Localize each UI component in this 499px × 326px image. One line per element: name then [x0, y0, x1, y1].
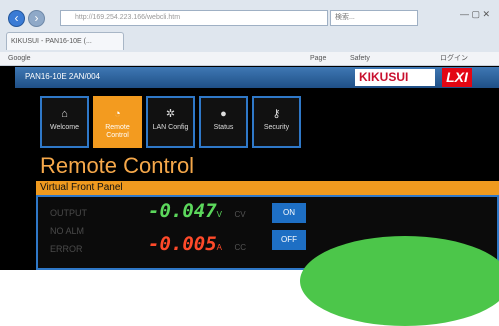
tab-security[interactable]: ⚷ Security: [252, 96, 301, 148]
kikusui-logo: KIKUSUI: [355, 69, 435, 86]
no-alm-label: NO ALM: [50, 226, 85, 236]
key-icon: ⚷: [272, 108, 281, 120]
page-menu[interactable]: Page: [310, 52, 326, 66]
tab-label: Security: [263, 124, 290, 131]
search-placeholder: 検索...: [335, 14, 355, 21]
forward-icon[interactable]: ›: [28, 10, 45, 27]
tab-label: KIKUSUI - PAN16-10E (...: [11, 38, 92, 45]
favorites-bar: Google Page Safety ログイン: [0, 52, 499, 66]
voltage-value: -0.047: [148, 200, 217, 222]
search-input[interactable]: 検索...: [330, 10, 418, 26]
output-off-button[interactable]: OFF: [272, 230, 306, 250]
current-unit: A: [216, 243, 222, 252]
url-text: http://169.254.223.166/webcli.htm: [75, 14, 181, 21]
tab-label: Welcome: [49, 124, 80, 131]
page-title: Remote Control: [40, 153, 195, 178]
favorites-google[interactable]: Google: [8, 55, 31, 62]
gauge-icon: ◔: [114, 108, 121, 120]
section-header: Virtual Front Panel: [36, 181, 499, 195]
current-display: -0.005A CC: [148, 233, 246, 255]
tab-label: Remote Control: [105, 124, 130, 139]
header-bar: PAN16-10E 2AN/004 KIKUSUI LXI: [15, 67, 499, 88]
voltage-display: -0.047V CV: [148, 200, 246, 222]
current-value: -0.005: [148, 233, 217, 255]
home-icon: ⌂: [61, 108, 68, 120]
address-bar[interactable]: http://169.254.223.166/webcli.htm: [60, 10, 328, 26]
voltage-unit: V: [216, 210, 222, 219]
tab-status[interactable]: ● Status: [199, 96, 248, 148]
tab-remote-control[interactable]: ◔ Remote Control: [93, 96, 142, 148]
decorative-green-shape: [300, 236, 499, 326]
tab-welcome[interactable]: ⌂ Welcome: [40, 96, 89, 148]
output-label: OUTPUT: [50, 208, 87, 218]
output-on-button[interactable]: ON: [272, 203, 306, 223]
cv-indicator: CV: [234, 210, 246, 219]
browser-tab[interactable]: KIKUSUI - PAN16-10E (...: [6, 32, 124, 50]
window-controls[interactable]: — ▢ ✕: [430, 9, 490, 25]
tab-label: LAN Config: [152, 124, 189, 131]
cc-indicator: CC: [234, 243, 246, 252]
tab-label: Status: [213, 124, 234, 131]
safety-menu[interactable]: Safety: [350, 52, 370, 66]
lxi-logo: LXI: [442, 68, 472, 87]
tab-lan-config[interactable]: ✲ LAN Config: [146, 96, 195, 148]
back-icon[interactable]: ‹: [8, 10, 25, 27]
login-link[interactable]: ログイン: [440, 52, 468, 66]
error-label: ERROR: [50, 244, 83, 254]
model-id: PAN16-10E 2AN/004: [25, 72, 101, 81]
info-icon: ●: [220, 108, 227, 120]
gear-icon: ✲: [165, 108, 176, 120]
